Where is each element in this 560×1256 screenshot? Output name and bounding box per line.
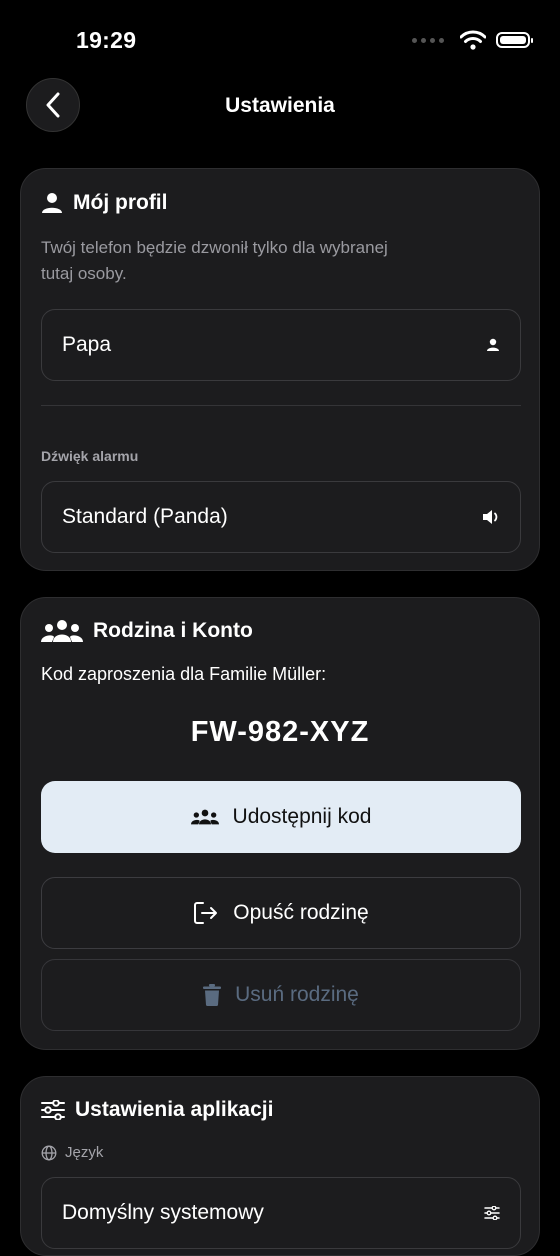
status-time: 19:29 (76, 27, 137, 53)
app-settings-card: Ustawienia aplikacji Język Domyślny syst… (20, 1076, 540, 1256)
person-icon (42, 193, 62, 213)
leave-family-label: Opuść rodzinę (233, 901, 369, 924)
invite-code: FW-982-XYZ (190, 716, 370, 748)
profile-title: Mój profil (73, 191, 168, 214)
family-header: Rodzina i Konto (41, 619, 253, 643)
share-code-button[interactable]: Udostępnij kod (41, 781, 521, 853)
status-bar: 19:29 (0, 0, 560, 80)
group-icon (190, 809, 219, 825)
battery-icon (496, 32, 533, 48)
alarm-sound-field[interactable]: Standard (Panda) (41, 481, 521, 553)
speaker-icon (483, 510, 498, 524)
logout-icon (194, 902, 218, 924)
language-label-row: Język (41, 1144, 103, 1161)
person-select-value: Papa (62, 333, 112, 356)
share-code-label: Udostępnij kod (232, 805, 372, 828)
wifi-icon (460, 30, 486, 50)
alarm-sound-value: Standard (Panda) (62, 505, 228, 528)
language-label: Język (65, 1144, 104, 1161)
profile-header: Mój profil (41, 191, 167, 215)
sliders-icon (41, 1100, 65, 1120)
globe-icon (41, 1145, 57, 1160)
app-settings-header: Ustawienia aplikacji (41, 1098, 273, 1122)
nav-bar: Ustawienia (0, 78, 560, 136)
person-small-icon (487, 338, 499, 351)
language-select-value: Domyślny systemowy (62, 1201, 264, 1224)
app-settings-title: Ustawienia aplikacji (75, 1098, 274, 1121)
profile-description: Twój telefon będzie dzwonił tylko dla wy… (41, 238, 388, 283)
delete-family-button[interactable]: Usuń rodzinę (41, 959, 521, 1031)
page-title: Ustawienia (225, 94, 335, 117)
delete-family-label: Usuń rodzinę (235, 983, 359, 1006)
alarm-sound-label: Dźwięk alarmu (41, 448, 139, 464)
group-icon (41, 620, 83, 642)
sliders-small-icon (484, 1206, 500, 1220)
invite-text: Kod zaproszenia dla Familie Müller: (41, 664, 327, 684)
family-card: Rodzina i Konto Kod zaproszenia dla Fami… (20, 597, 540, 1050)
cellular-signal-icon (412, 37, 444, 43)
family-title: Rodzina i Konto (93, 619, 253, 642)
profile-divider (41, 405, 521, 406)
leave-family-button[interactable]: Opuść rodzinę (41, 877, 521, 949)
profile-card: Mój profil Twój telefon będzie dzwonił t… (20, 168, 540, 571)
trash-icon (203, 984, 222, 1006)
status-icons (412, 30, 533, 50)
language-select-field[interactable]: Domyślny systemowy (41, 1177, 521, 1249)
person-select-field[interactable]: Papa (41, 309, 521, 381)
